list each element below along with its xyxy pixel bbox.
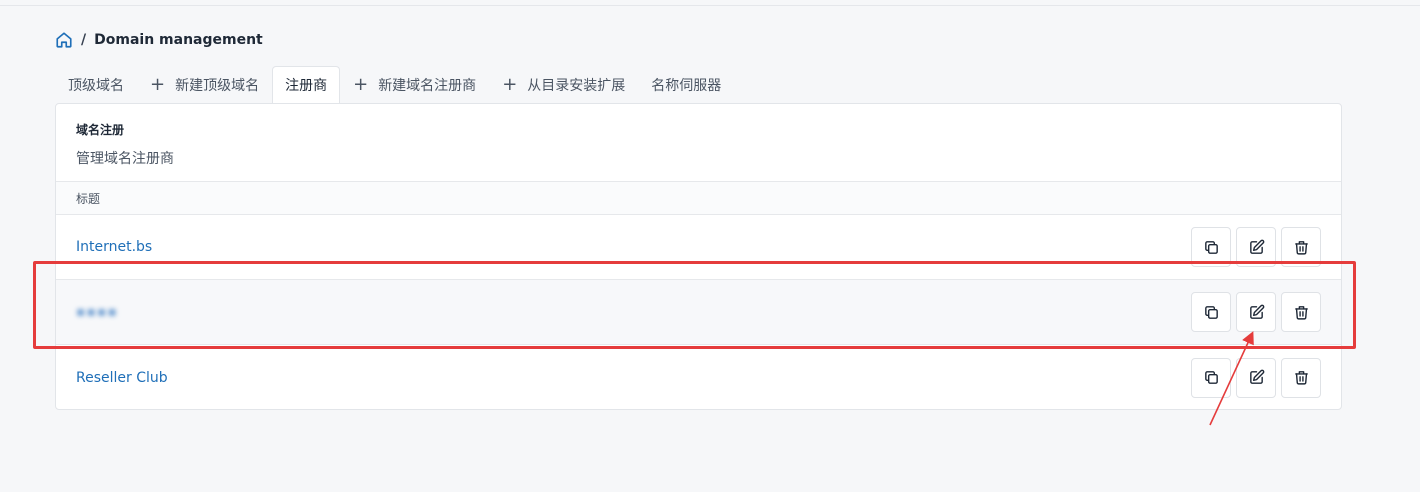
trash-icon — [1294, 305, 1308, 320]
trash-icon — [1294, 371, 1308, 385]
tab-bar: 顶级域名 + 新建顶级域名 注册商 + 新建域名注册商 + 从目录安装扩展 名称… — [55, 66, 734, 103]
top-divider — [0, 5, 1420, 6]
table-row: Internet.bs — [56, 215, 1341, 280]
card-header: 域名注册 管理域名注册商 — [56, 104, 1341, 182]
delete-button[interactable] — [1281, 357, 1321, 398]
tab-registrars[interactable]: 注册商 — [272, 66, 341, 103]
row-actions — [1191, 357, 1321, 398]
edit-icon — [1249, 304, 1264, 319]
registrar-link[interactable]: Internet.bs — [76, 239, 152, 255]
copy-button[interactable] — [1191, 357, 1231, 398]
copy-icon — [1204, 371, 1218, 384]
breadcrumb-separator: / — [81, 32, 87, 48]
delete-button[interactable] — [1281, 227, 1321, 267]
card-subtitle: 管理域名注册商 — [76, 151, 174, 167]
copy-button[interactable] — [1191, 292, 1231, 332]
edit-icon — [1249, 369, 1264, 384]
table-row: Reseller Club — [56, 345, 1341, 410]
tab-label: 注册商 — [285, 78, 328, 94]
registrar-link-redacted[interactable]: ▪▪▪▪ — [76, 304, 118, 320]
copy-button[interactable] — [1191, 227, 1231, 267]
row-actions — [1191, 292, 1321, 332]
plus-icon: + — [502, 74, 518, 95]
tab-top-level-domains[interactable]: 顶级域名 — [55, 66, 137, 103]
delete-button[interactable] — [1281, 292, 1321, 332]
table-row: ▪▪▪▪ — [56, 280, 1341, 345]
tab-new-top-level-domain[interactable]: + 新建顶级域名 — [137, 66, 272, 103]
plus-icon: + — [353, 74, 369, 95]
tab-name-servers[interactable]: 名称伺服器 — [638, 66, 734, 103]
edit-button[interactable] — [1236, 292, 1276, 332]
tab-label: 从目录安装扩展 — [527, 78, 626, 94]
trash-icon — [1294, 240, 1308, 255]
registrars-card: 域名注册 管理域名注册商 标题 Internet.bs ▪▪▪▪ Reselle… — [55, 103, 1342, 410]
edit-button[interactable] — [1236, 357, 1276, 398]
home-icon[interactable] — [55, 31, 73, 49]
tab-new-registrar[interactable]: + 新建域名注册商 — [340, 66, 489, 103]
row-actions — [1191, 227, 1321, 267]
plus-icon: + — [150, 74, 166, 95]
edit-icon — [1249, 239, 1264, 254]
tab-label: 顶级域名 — [68, 78, 124, 94]
tab-label: 新建顶级域名 — [175, 78, 260, 94]
edit-button[interactable] — [1236, 227, 1276, 267]
column-header-title: 标题 — [56, 182, 1341, 215]
tab-label: 新建域名注册商 — [378, 78, 477, 94]
copy-icon — [1204, 305, 1218, 319]
card-title: 域名注册 — [76, 123, 125, 137]
registrar-link[interactable]: Reseller Club — [76, 370, 168, 386]
copy-icon — [1204, 240, 1218, 254]
tab-install-extension[interactable]: + 从目录安装扩展 — [489, 66, 638, 103]
breadcrumb: / Domain management — [55, 30, 263, 50]
tab-label: 名称伺服器 — [651, 78, 722, 94]
page-title: Domain management — [94, 32, 263, 48]
